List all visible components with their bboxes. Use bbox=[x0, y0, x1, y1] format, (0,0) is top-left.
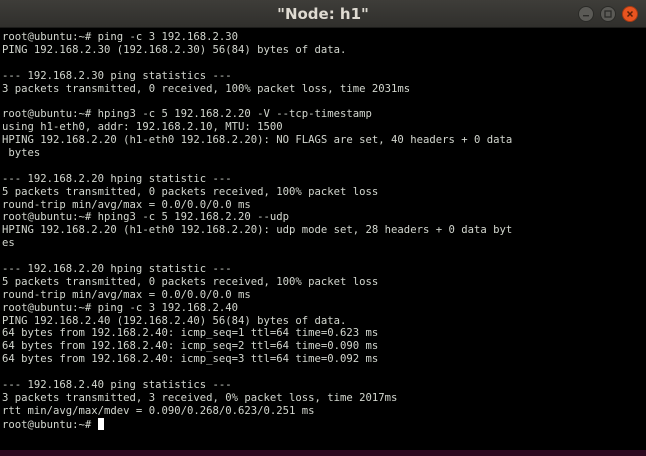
terminal-line: 64 bytes from 192.168.2.40: icmp_seq=3 t… bbox=[2, 353, 379, 366]
terminal-line: 5 packets transmitted, 0 packets receive… bbox=[2, 275, 379, 288]
terminal-line: PING 192.168.2.40 (192.168.2.40) 56(84) … bbox=[2, 314, 347, 327]
window-title: "Node: h1" bbox=[277, 5, 369, 23]
terminal-line: root@ubuntu:~# hping3 -c 5 192.168.2.20 … bbox=[2, 211, 290, 224]
terminal-line: 3 packets transmitted, 0 received, 100% … bbox=[2, 82, 411, 95]
terminal-line: round-trip min/avg/max = 0.0/0.0/0.0 ms bbox=[2, 288, 251, 301]
title-bar[interactable]: "Node: h1" bbox=[0, 0, 646, 28]
maximize-icon[interactable] bbox=[600, 6, 616, 22]
terminal-output[interactable]: root@ubuntu:~# ping -c 3 192.168.2.30 PI… bbox=[0, 28, 646, 450]
terminal-line: HPING 192.168.2.20 (h1-eth0 192.168.2.20… bbox=[2, 134, 513, 147]
prompt-line[interactable]: root@ubuntu:~# bbox=[2, 417, 644, 431]
terminal-line: es bbox=[2, 237, 15, 250]
terminal-line: --- 192.168.2.20 hping statistic --- bbox=[2, 172, 232, 185]
terminal-line: using h1-eth0, addr: 192.168.2.10, MTU: … bbox=[2, 121, 283, 134]
terminal-line: --- 192.168.2.20 hping statistic --- bbox=[2, 263, 232, 276]
terminal-line: HPING 192.168.2.20 (h1-eth0 192.168.2.20… bbox=[2, 224, 513, 237]
terminal-line: root@ubuntu:~# hping3 -c 5 192.168.2.20 … bbox=[2, 108, 372, 121]
window-controls bbox=[578, 6, 638, 22]
terminal-line: --- 192.168.2.30 ping statistics --- bbox=[2, 69, 232, 82]
terminal-line: root@ubuntu:~# ping -c 3 192.168.2.30 bbox=[2, 31, 238, 43]
terminal-window: "Node: h1" root@ubuntu:~# ping -c 3 192.… bbox=[0, 0, 646, 456]
terminal-line: 64 bytes from 192.168.2.40: icmp_seq=1 t… bbox=[2, 327, 379, 340]
shell-prompt: root@ubuntu:~# bbox=[2, 418, 98, 431]
text-cursor bbox=[97, 417, 104, 430]
minimize-icon[interactable] bbox=[578, 6, 594, 22]
desktop-background-strip bbox=[0, 450, 646, 456]
terminal-line: --- 192.168.2.40 ping statistics --- bbox=[2, 379, 232, 392]
terminal-line: round-trip min/avg/max = 0.0/0.0/0.0 ms bbox=[2, 198, 251, 211]
terminal-line: 3 packets transmitted, 3 received, 0% pa… bbox=[2, 391, 398, 404]
terminal-line: root@ubuntu:~# ping -c 3 192.168.2.40 bbox=[2, 301, 238, 314]
terminal-line: rtt min/avg/max/mdev = 0.090/0.268/0.623… bbox=[2, 404, 315, 417]
terminal-line: 5 packets transmitted, 0 packets receive… bbox=[2, 185, 379, 198]
terminal-line: PING 192.168.2.30 (192.168.2.30) 56(84) … bbox=[2, 43, 347, 56]
close-icon[interactable] bbox=[622, 6, 638, 22]
terminal-line: bytes bbox=[2, 147, 41, 160]
terminal-line: 64 bytes from 192.168.2.40: icmp_seq=2 t… bbox=[2, 340, 379, 353]
